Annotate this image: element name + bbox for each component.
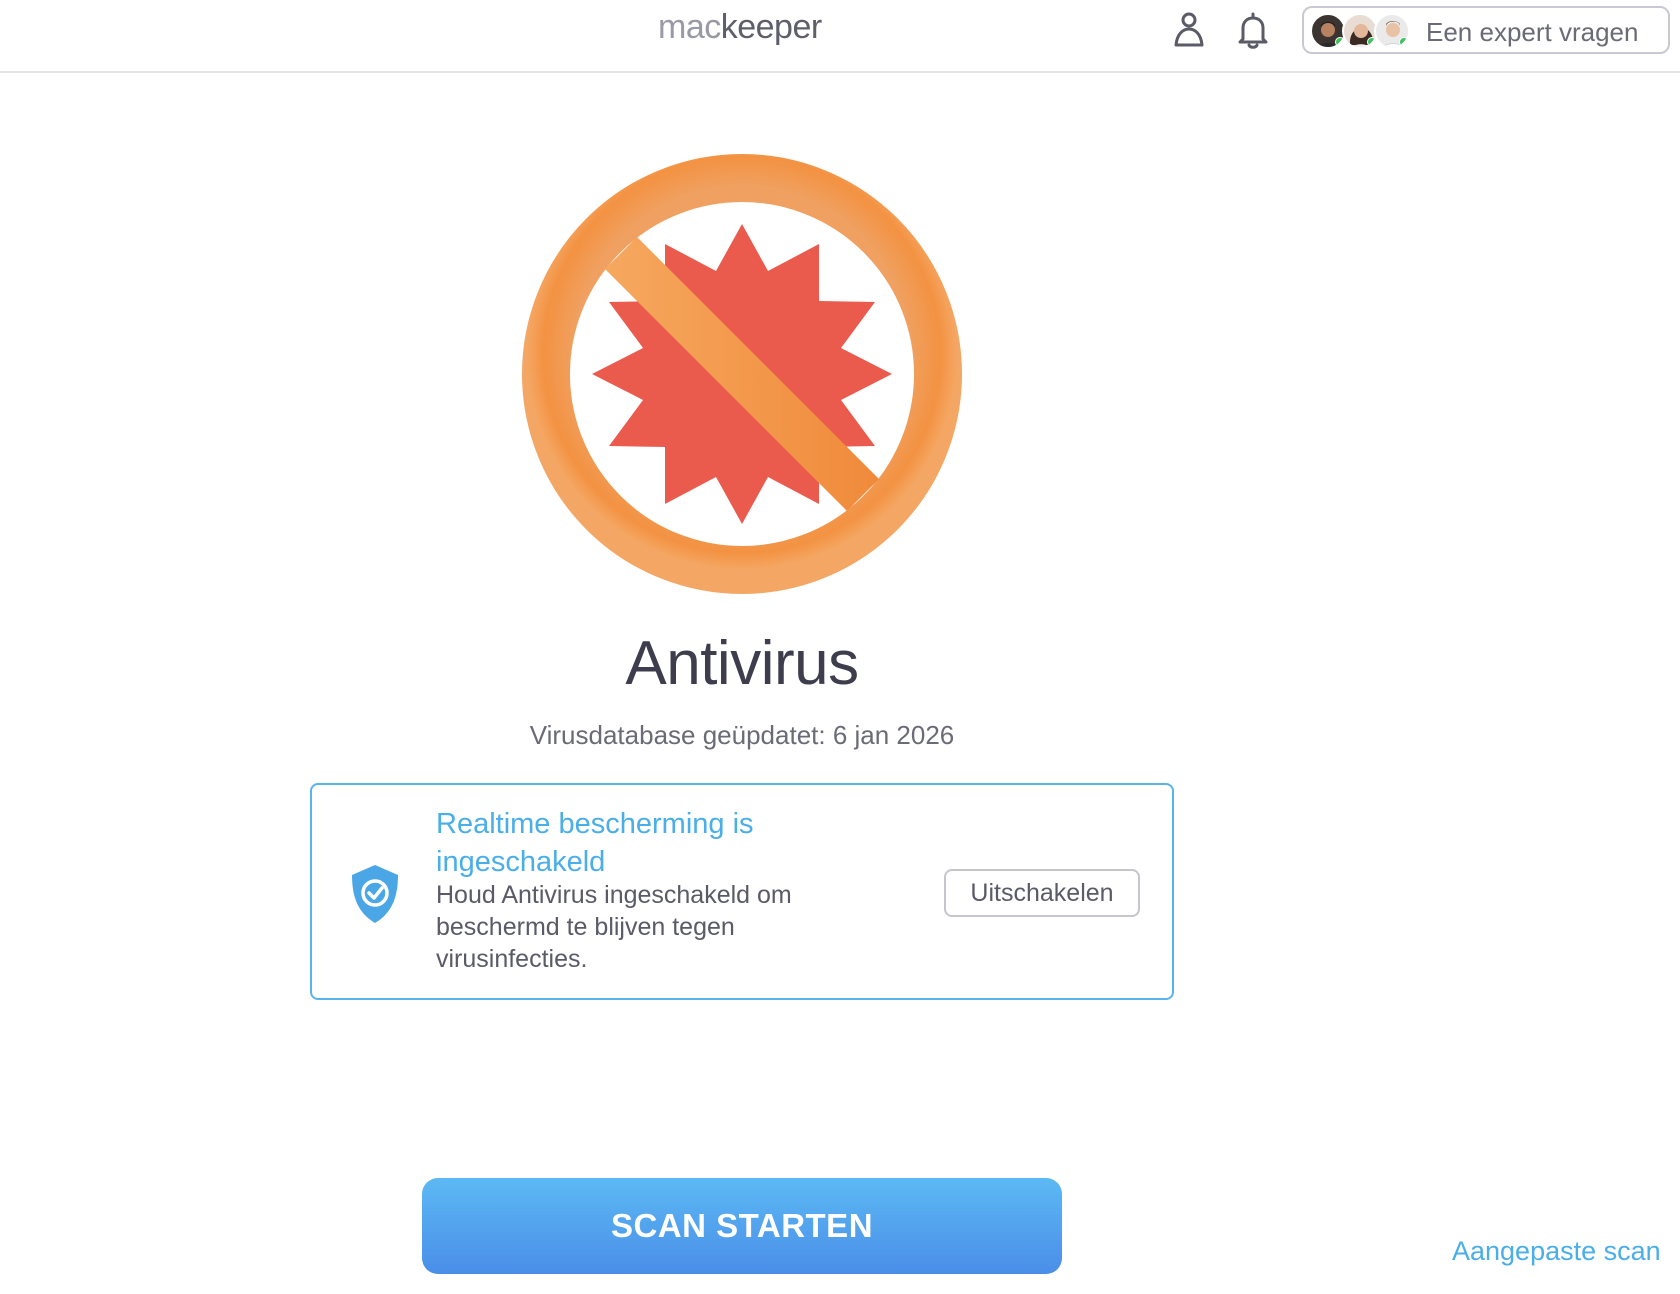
avatar	[1374, 13, 1410, 49]
ask-expert-label: Een expert vragen	[1426, 17, 1639, 47]
avatar	[1342, 13, 1378, 49]
expert-avatars	[1310, 13, 1414, 49]
shield-check-icon	[352, 865, 398, 923]
avatar	[1310, 13, 1346, 49]
top-bar: mackeeper Een expert vragen	[0, 0, 1680, 73]
protection-status-title: Realtime bescherming is ingeschakeld	[436, 808, 754, 878]
start-scan-button[interactable]: SCAN STARTEN	[422, 1178, 1062, 1274]
disable-protection-button[interactable]: Uitschakelen	[944, 869, 1140, 917]
virus-blocked-icon	[522, 154, 962, 594]
account-icon[interactable]	[1169, 10, 1209, 50]
protection-description: Houd Antivirus ingeschakeld om beschermd…	[436, 881, 792, 973]
mackeeper-logo: mackeeper	[658, 8, 822, 46]
custom-scan-link[interactable]: Aangepaste scan	[1452, 1236, 1661, 1267]
ask-expert-button[interactable]: Een expert vragen	[1302, 6, 1670, 54]
bell-icon[interactable]	[1233, 10, 1273, 50]
page-title: Antivirus	[625, 629, 859, 698]
realtime-protection-card: Realtime bescherming is ingeschakeld Hou…	[310, 783, 1174, 1000]
database-update-status: Virusdatabase geüpdatet: 6 jan 2026	[529, 720, 955, 750]
